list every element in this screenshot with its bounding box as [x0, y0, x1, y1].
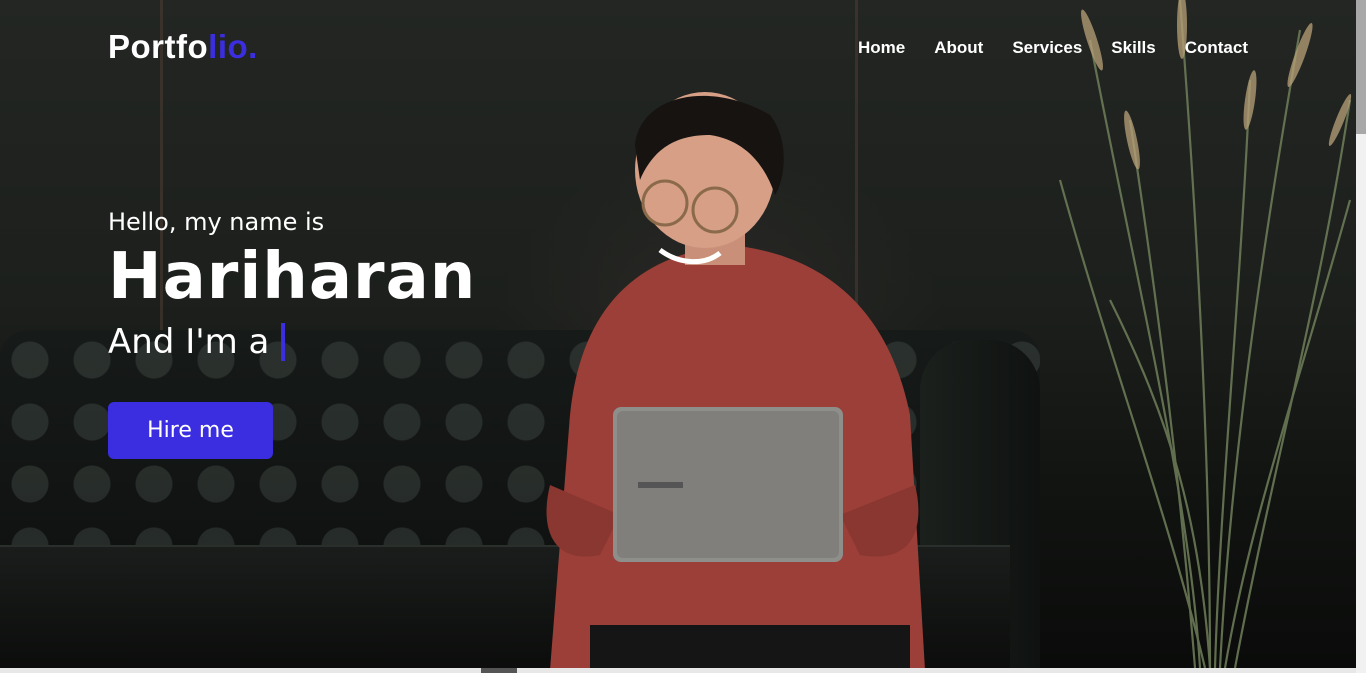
nav-skills-link[interactable]: Skills	[1111, 38, 1155, 58]
nav-about-link[interactable]: About	[934, 38, 983, 58]
scrollbar-thumb[interactable]	[1356, 0, 1366, 134]
hero-name: Hariharan	[108, 240, 477, 314]
horizontal-scrollbar[interactable]	[0, 668, 1356, 673]
nav-home-link[interactable]: Home	[858, 38, 905, 58]
nav-menu: Home About Services Skills Contact	[858, 38, 1248, 58]
nav-contact-link[interactable]: Contact	[1185, 38, 1248, 58]
navbar: Portfolio. Home About Services Skills Co…	[0, 0, 1356, 96]
logo-accent-text: lio.	[208, 28, 258, 65]
hero-greeting: Hello, my name is	[108, 208, 325, 236]
person-with-laptop-illustration	[546, 92, 925, 668]
logo-text: Portfo	[108, 28, 209, 65]
hire-me-button[interactable]: Hire me	[108, 402, 273, 459]
nav-services-link[interactable]: Services	[1012, 38, 1082, 58]
horizontal-scrollbar-thumb[interactable]	[481, 668, 517, 673]
logo[interactable]: Portfolio.	[108, 28, 258, 66]
hero-role: And I'm a	[108, 322, 476, 362]
hero-role-prefix: And I'm a	[108, 322, 270, 363]
hero-text: Hello, my name is Hariharan And I'm a	[108, 208, 476, 362]
page-scrollbar[interactable]	[1356, 0, 1366, 673]
text-cursor-icon	[281, 323, 286, 362]
plant-illustration	[1058, 0, 1352, 668]
